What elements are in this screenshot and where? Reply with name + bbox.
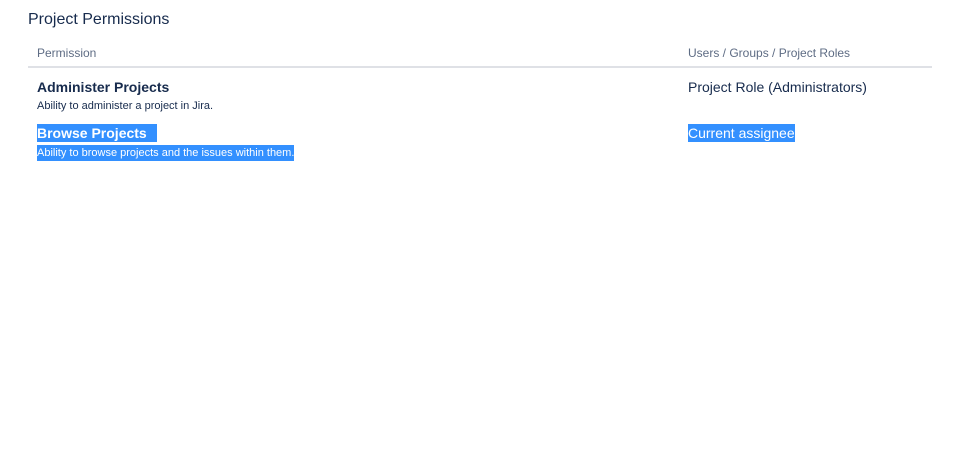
table-header: Permission Users / Groups / Project Role… [28,40,932,68]
table-row: Browse Projects Ability to browse projec… [28,124,932,170]
users-value: Project Role (Administrators) [688,79,867,95]
table-row: Administer Projects Ability to administe… [28,78,932,124]
header-users-groups-roles: Users / Groups / Project Roles [688,46,851,60]
users-cell: Project Role (Administrators) [679,78,932,97]
permission-name: Administer Projects [37,79,170,95]
permission-description: Ability to browse projects and the issue… [37,145,295,161]
header-permission: Permission [37,46,97,60]
section-title: Project Permissions [28,11,170,28]
users-value: Current assignee [688,124,795,142]
permission-name: Browse Projects [37,124,157,142]
permission-cell: Browse Projects Ability to browse projec… [28,124,679,161]
permissions-table: Permission Users / Groups / Project Role… [28,40,932,170]
permission-description: Ability to administer a project in Jira. [37,100,214,112]
users-cell: Current assignee [679,124,932,143]
permission-cell: Administer Projects Ability to administe… [28,78,679,114]
page: Project Permissions Permission Users / G… [0,0,962,451]
